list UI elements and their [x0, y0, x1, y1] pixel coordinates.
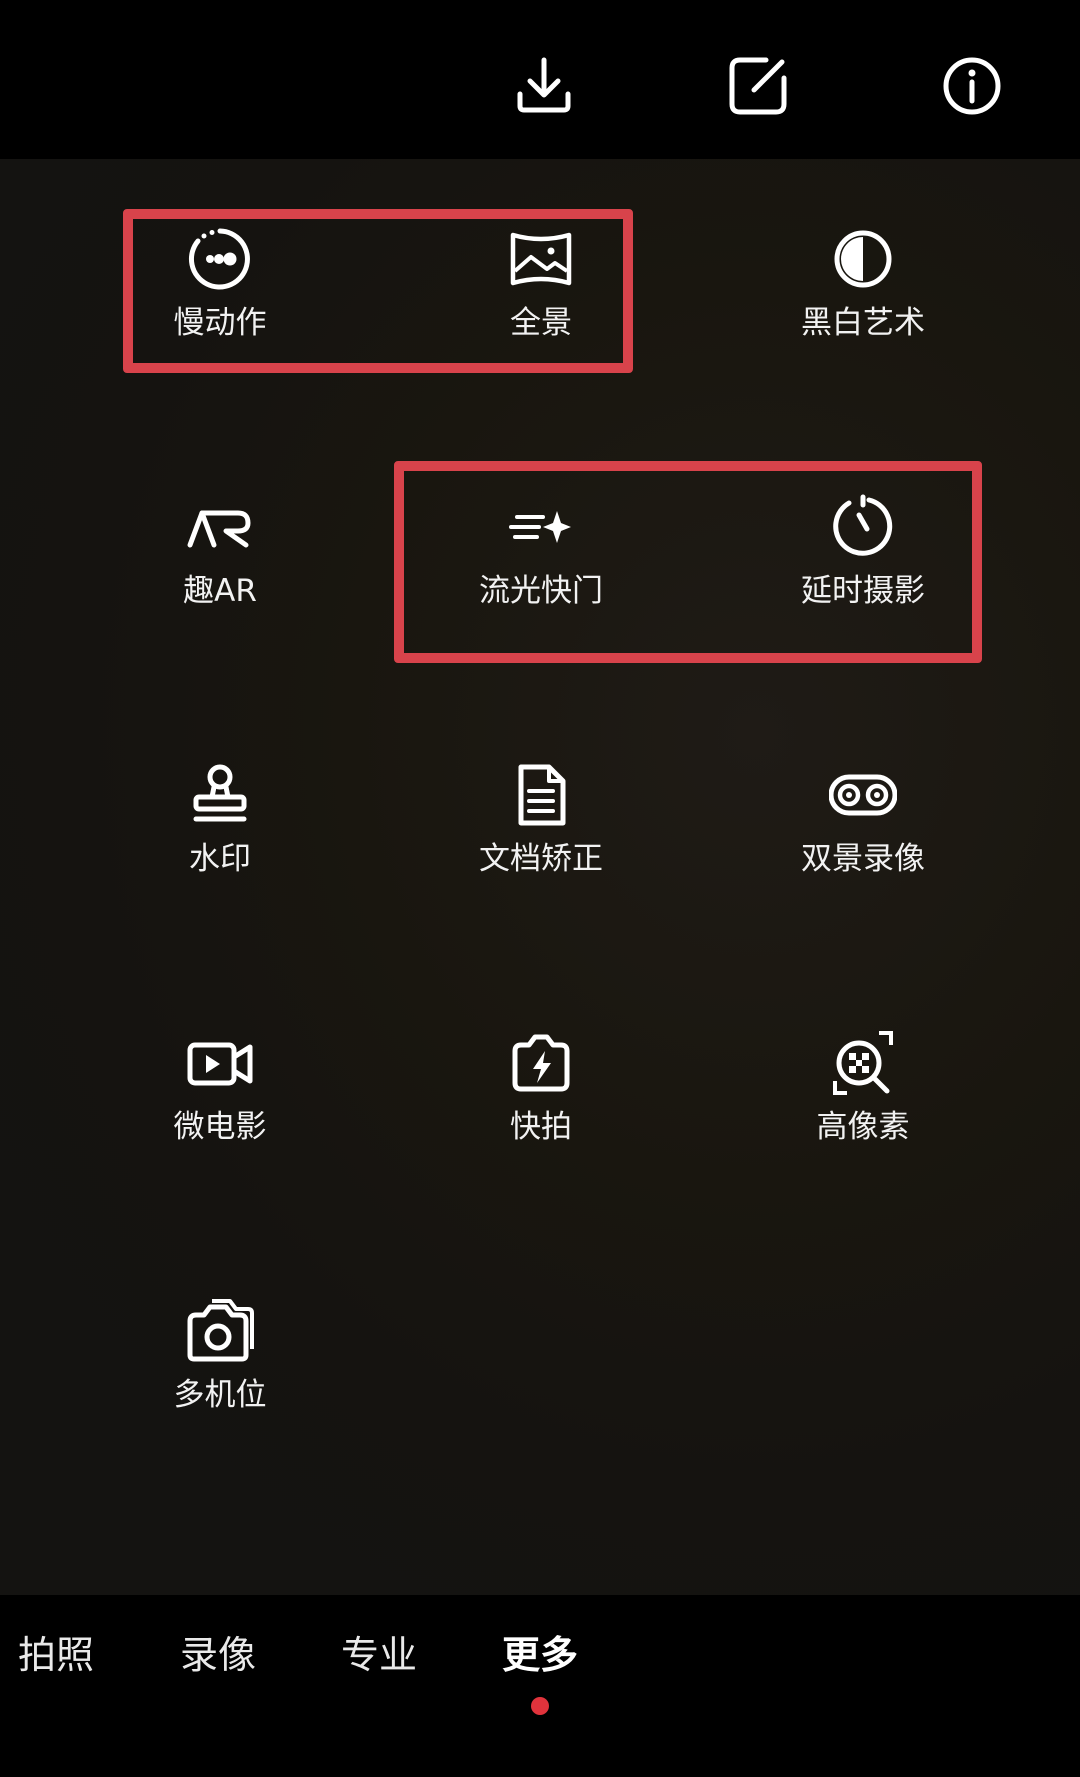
- mode-tab-bar: 拍照 录像 专业 更多: [0, 1595, 1080, 1777]
- mode-label: 水印: [189, 841, 251, 877]
- mode-label: 黑白艺术: [801, 305, 925, 341]
- tab-pro[interactable]: 专业: [341, 1625, 417, 1685]
- more-modes-panel: 慢动作 全景 黑白艺术 趣AR 流光快门 延时摄影 水印 文档矫正 双景录像 微…: [0, 159, 1080, 1595]
- info-icon: [943, 57, 1001, 115]
- mode-label: 文档矫正: [479, 841, 603, 877]
- top-toolbar: [0, 0, 1080, 159]
- highlight-box-row2: [394, 461, 982, 663]
- active-tab-indicator: [531, 1697, 549, 1715]
- mode-monochrome[interactable]: 黑白艺术: [763, 223, 963, 383]
- document-icon: [505, 759, 577, 831]
- mode-dual-view[interactable]: 双景录像: [763, 759, 963, 919]
- mode-multi-camera[interactable]: 多机位: [120, 1295, 320, 1455]
- mode-label: 多机位: [173, 1377, 267, 1413]
- mode-label: 微电影: [173, 1109, 267, 1145]
- edit-icon: [729, 57, 787, 115]
- dual-view-icon: [827, 759, 899, 831]
- download-icon: [517, 57, 571, 113]
- ar-icon: [184, 491, 256, 563]
- highlight-box-row1: [123, 209, 633, 373]
- mode-label: 双景录像: [801, 841, 925, 877]
- high-resolution-icon: [827, 1027, 899, 1099]
- mode-quick-snap[interactable]: 快拍: [441, 1027, 641, 1187]
- mode-document[interactable]: 文档矫正: [441, 759, 641, 919]
- tab-video[interactable]: 录像: [180, 1625, 256, 1685]
- mode-label: 快拍: [510, 1109, 572, 1145]
- micro-movie-icon: [184, 1027, 256, 1099]
- tab-more[interactable]: 更多: [502, 1625, 578, 1685]
- quick-snap-icon: [505, 1027, 577, 1099]
- edit-button[interactable]: [718, 46, 798, 126]
- mode-label: 高像素: [816, 1109, 910, 1145]
- mode-watermark[interactable]: 水印: [120, 759, 320, 919]
- download-button[interactable]: [504, 46, 584, 126]
- mode-micro-movie[interactable]: 微电影: [120, 1027, 320, 1187]
- mode-high-resolution[interactable]: 高像素: [763, 1027, 963, 1187]
- multi-camera-icon: [184, 1295, 256, 1367]
- camera-screen: 慢动作 全景 黑白艺术 趣AR 流光快门 延时摄影 水印 文档矫正 双景录像 微…: [0, 0, 1080, 1777]
- monochrome-icon: [827, 223, 899, 295]
- watermark-stamp-icon: [184, 759, 256, 831]
- mode-ar[interactable]: 趣AR: [120, 491, 320, 651]
- info-button[interactable]: [932, 46, 1012, 126]
- mode-label: 趣AR: [183, 573, 257, 609]
- tab-photo[interactable]: 拍照: [18, 1625, 94, 1685]
